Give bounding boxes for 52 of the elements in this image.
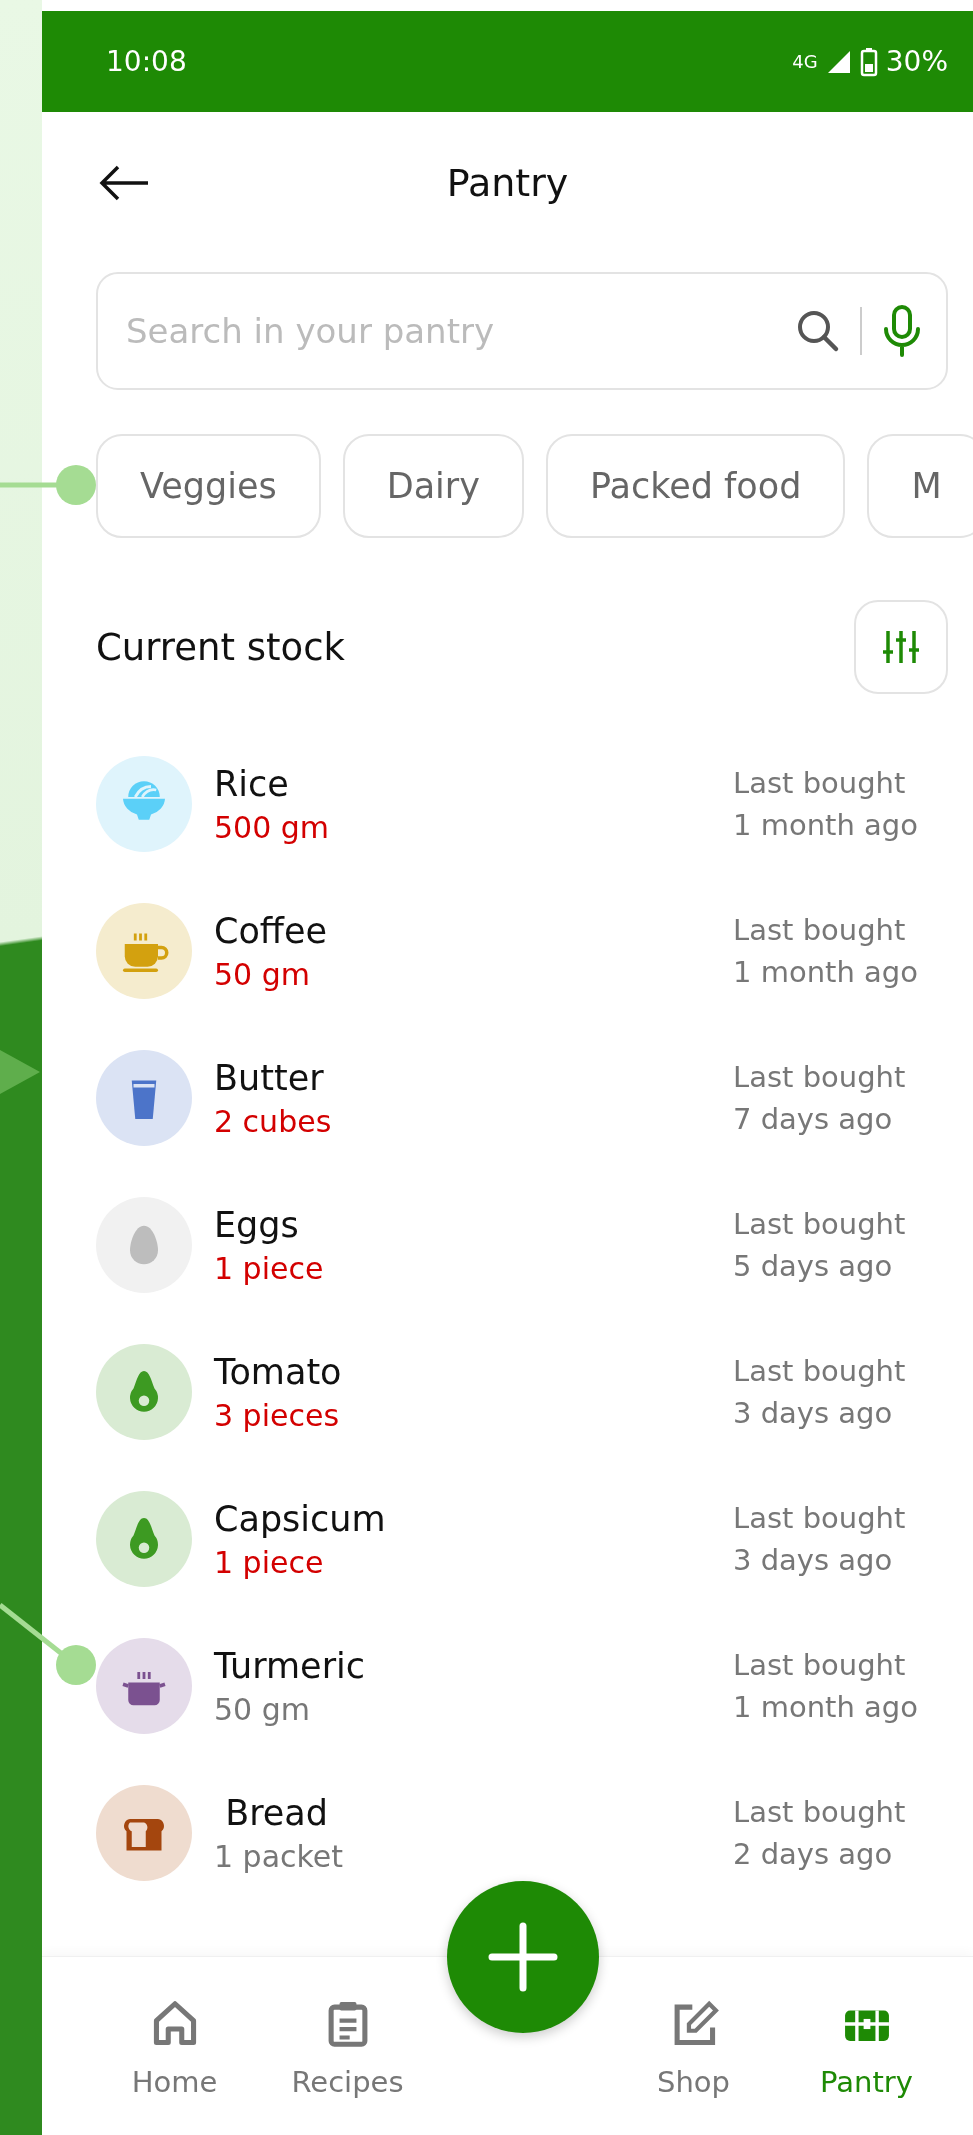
network-type: 4G xyxy=(792,51,818,72)
item-name: Rice xyxy=(214,763,290,804)
last-bought-time: 5 days ago xyxy=(733,1249,894,1283)
nav-tab[interactable]: Recipes xyxy=(261,1957,434,2135)
item-quantity: 3 pieces xyxy=(214,1397,341,1433)
nav-tab[interactable]: Pantry xyxy=(780,1957,953,2135)
battery-level: 30% xyxy=(885,45,948,78)
last-bought-time: 3 days ago xyxy=(733,1543,894,1577)
page-title: Pantry xyxy=(446,161,569,205)
last-bought-label: Last bought xyxy=(733,1207,907,1241)
last-bought-label: Last bought xyxy=(733,1795,907,1829)
last-bought-time: 7 days ago xyxy=(733,1102,894,1136)
category-chip[interactable]: Dairy xyxy=(342,434,524,538)
item-name: Turmeric xyxy=(214,1645,366,1686)
item-quantity: 50 gm xyxy=(214,1691,311,1727)
item-name: Tomato xyxy=(214,1351,343,1392)
category-chip[interactable]: Veggies xyxy=(96,434,321,538)
item-quantity: 1 packet xyxy=(214,1838,345,1874)
last-bought-time: 1 month ago xyxy=(733,1690,919,1724)
nav-tab[interactable]: Shop xyxy=(607,1957,780,2135)
item-quantity: 50 gm xyxy=(214,956,311,992)
category-chip[interactable]: Packed food xyxy=(545,434,846,538)
section-title: Current stock xyxy=(96,625,346,669)
last-bought-time: 1 month ago xyxy=(733,808,919,842)
last-bought-label: Last bought xyxy=(733,1060,907,1094)
item-name: Butter xyxy=(214,1057,325,1098)
microphone-icon[interactable] xyxy=(882,305,922,357)
item-quantity: 1 piece xyxy=(214,1250,325,1286)
item-name: Eggs xyxy=(214,1204,300,1245)
item-quantity: 500 gm xyxy=(214,809,331,845)
last-bought-label: Last bought xyxy=(733,1354,907,1388)
status-time: 10:08 xyxy=(106,45,188,78)
search-input[interactable]: Search in your pantry xyxy=(124,310,794,352)
last-bought-time: 3 days ago xyxy=(733,1396,894,1430)
last-bought-label: Last bought xyxy=(733,913,907,947)
filter-button[interactable] xyxy=(854,600,948,694)
last-bought-time: 2 days ago xyxy=(733,1837,894,1871)
item-name: Bread xyxy=(224,1792,329,1833)
last-bought-time: 1 month ago xyxy=(733,955,919,989)
battery-icon xyxy=(859,46,878,77)
sliders-icon xyxy=(882,628,920,666)
last-bought-label: Last bought xyxy=(733,1501,907,1535)
last-bought-label: Last bought xyxy=(733,1648,907,1682)
item-quantity: 1 piece xyxy=(214,1544,325,1580)
item-name: Coffee xyxy=(214,910,329,951)
last-bought-label: Last bought xyxy=(733,766,907,800)
item-quantity: 2 cubes xyxy=(214,1103,333,1139)
search-field[interactable]: Search in your pantry xyxy=(96,272,948,390)
nav-tab[interactable]: Home xyxy=(88,1957,261,2135)
category-chip[interactable]: M xyxy=(867,434,973,538)
plus-icon xyxy=(488,1922,558,1992)
item-name: Capsicum xyxy=(214,1498,387,1539)
